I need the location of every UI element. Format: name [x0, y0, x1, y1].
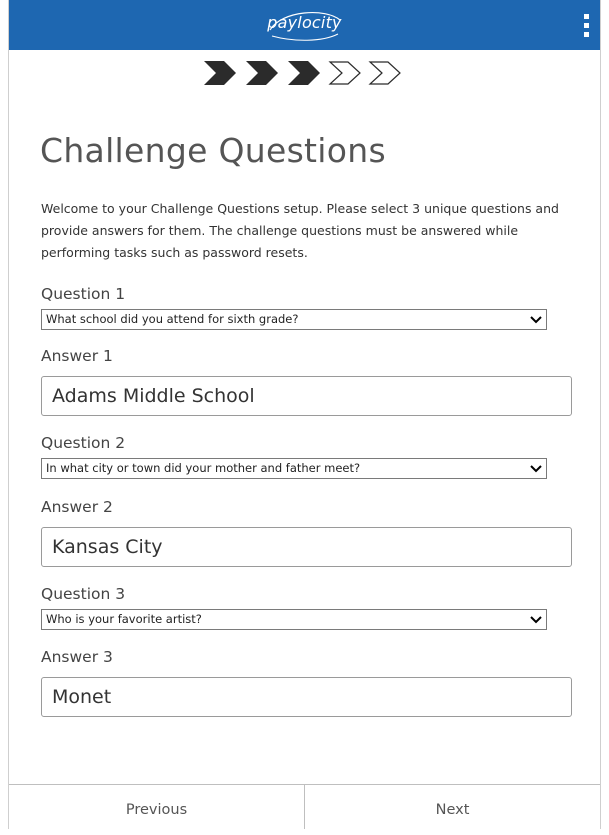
question-3-select[interactable]: Who is your favorite artist?: [41, 609, 547, 630]
question-1-label: Question 1: [41, 285, 126, 303]
step-4-outline-chevron-icon: [327, 61, 361, 85]
wizard-footer: Previous Next: [9, 784, 600, 829]
answer-1-input[interactable]: Adams Middle School: [41, 376, 572, 416]
chevron-down-icon: [530, 465, 542, 473]
step-progress-indicator: [9, 55, 600, 91]
question-2-select[interactable]: In what city or town did your mother and…: [41, 458, 547, 479]
answer-3-label: Answer 3: [41, 648, 113, 666]
step-2-filled-chevron-icon: [245, 61, 278, 85]
answer-3-input[interactable]: Monet: [41, 677, 572, 717]
step-1-filled-chevron-icon: [203, 61, 236, 85]
brand-logo: paylocity: [267, 13, 342, 32]
chevron-down-icon: [530, 616, 542, 624]
chevron-down-icon: [530, 316, 542, 324]
answer-2-label: Answer 2: [41, 498, 113, 516]
page-frame: paylocity Challenge Questions Welcome to…: [8, 0, 601, 829]
header-bar: paylocity: [9, 0, 600, 50]
question-1-selected-value: What school did you attend for sixth gra…: [46, 312, 299, 326]
question-3-selected-value: Who is your favorite artist?: [46, 612, 202, 626]
question-2-label: Question 2: [41, 434, 126, 452]
page-title: Challenge Questions: [40, 131, 386, 170]
step-3-filled-chevron-icon: [287, 61, 320, 85]
question-3-label: Question 3: [41, 585, 126, 603]
answer-1-label: Answer 1: [41, 347, 113, 365]
step-chevrons: [203, 61, 401, 85]
question-2-selected-value: In what city or town did your mother and…: [46, 461, 361, 475]
kebab-menu-icon[interactable]: [576, 8, 596, 42]
next-button[interactable]: Next: [304, 785, 600, 829]
intro-text: Welcome to your Challenge Questions setu…: [41, 201, 559, 260]
answer-2-input[interactable]: Kansas City: [41, 527, 572, 567]
question-1-select[interactable]: What school did you attend for sixth gra…: [41, 309, 547, 330]
step-5-outline-chevron-icon: [367, 61, 401, 85]
previous-button[interactable]: Previous: [9, 785, 304, 829]
